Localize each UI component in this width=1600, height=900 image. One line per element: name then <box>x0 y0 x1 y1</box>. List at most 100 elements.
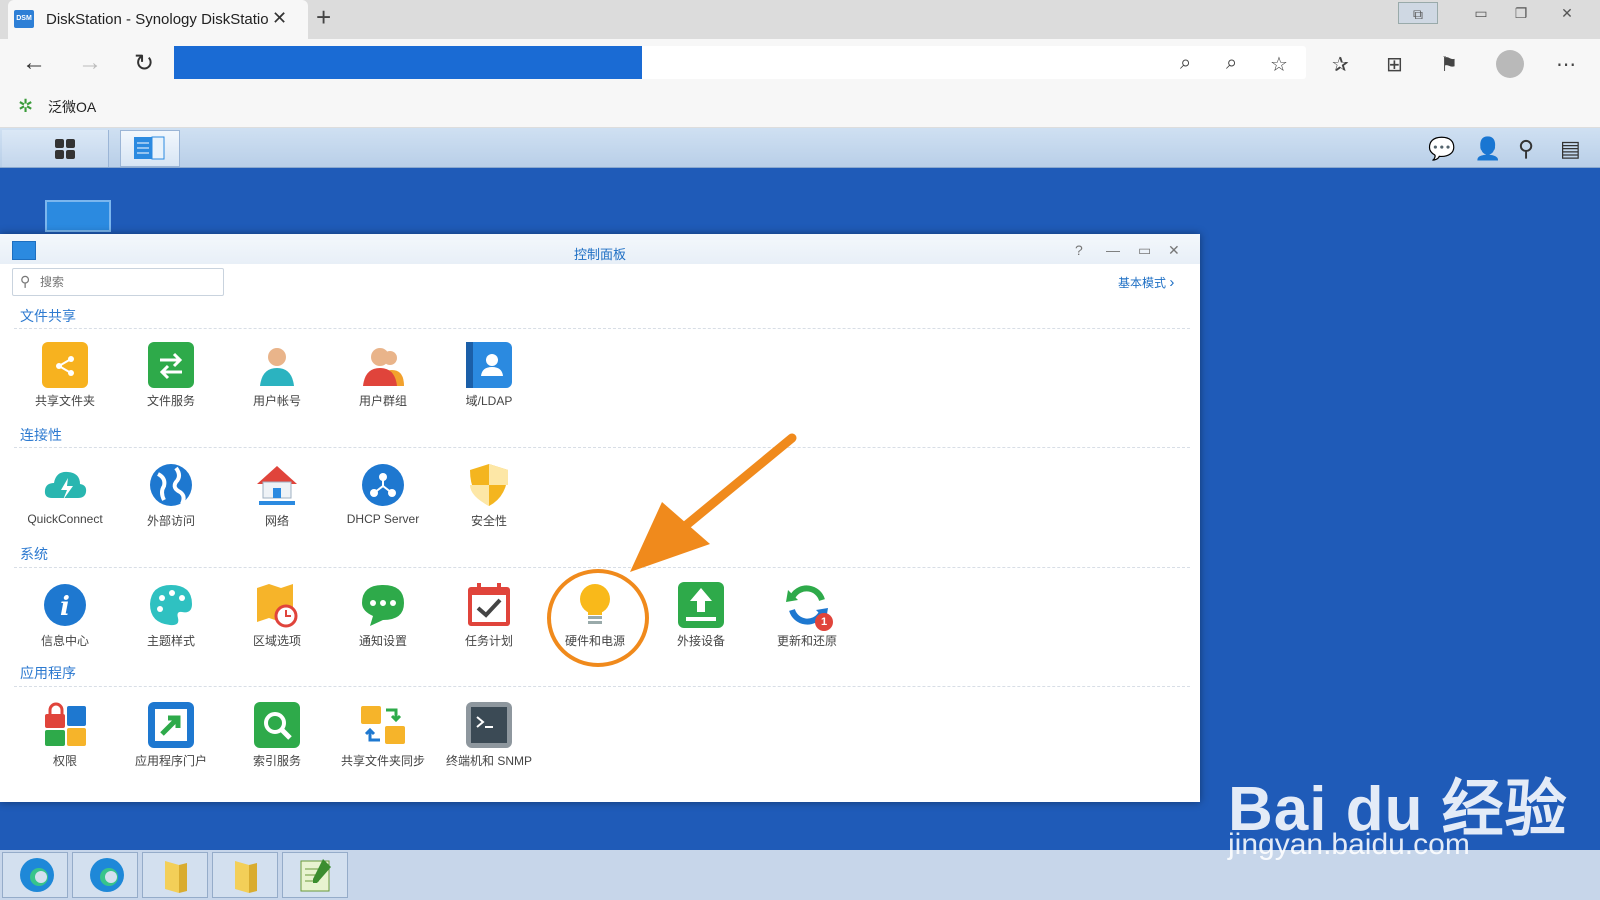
close-icon[interactable]: ✕ <box>1168 242 1180 259</box>
calendar-check-icon <box>466 582 512 628</box>
control-panel-icon <box>134 136 165 160</box>
taskbar-edge-button[interactable] <box>2 852 68 898</box>
desktop-control-panel-icon[interactable] <box>45 200 111 232</box>
edge-icon <box>90 858 124 892</box>
section-system: 系统 <box>20 546 48 562</box>
app-dhcp-server[interactable]: DHCP Server <box>333 462 433 526</box>
house-network-icon <box>254 462 300 508</box>
basic-mode-label: 基本模式 <box>1118 276 1167 290</box>
search-icon[interactable]: ⚲ <box>1518 136 1534 162</box>
app-folder-sync[interactable]: 共享文件夹同步 <box>333 702 433 769</box>
app-regional[interactable]: 区域选项 <box>227 582 327 649</box>
tab-close-icon[interactable]: ✕ <box>272 8 287 29</box>
app-file-services[interactable]: 文件服务 <box>121 342 221 409</box>
app-shared-folder[interactable]: 共享文件夹 <box>15 342 115 409</box>
app-update-restore[interactable]: 1 更新和还原 <box>757 582 857 649</box>
app-portal[interactable]: 应用程序门户 <box>121 702 221 769</box>
minimize-icon[interactable]: — <box>1106 242 1120 258</box>
folder-icon <box>165 861 187 893</box>
section-divider <box>14 328 1190 329</box>
back-arrow-icon[interactable]: ← <box>22 49 46 77</box>
app-network[interactable]: 网络 <box>227 462 327 529</box>
app-label: 更新和还原 <box>776 634 837 648</box>
app-label: 权限 <box>52 754 77 768</box>
app-label: 外接设备 <box>676 634 725 648</box>
map-clock-icon <box>254 582 300 628</box>
app-security[interactable]: 安全性 <box>439 462 539 529</box>
pointer-arrow-annotation <box>630 433 797 572</box>
zoom-in-icon[interactable]: ⌕ <box>1180 52 1191 75</box>
dhcp-server-icon <box>360 462 406 508</box>
close-window-icon[interactable]: ✕ <box>1546 2 1588 24</box>
profile-avatar[interactable] <box>1496 50 1524 78</box>
app-label: 共享文件夹同步 <box>340 754 425 768</box>
app-user-group[interactable]: 用户群组 <box>333 342 433 409</box>
app-label: 安全性 <box>470 514 507 528</box>
app-label: 域/LDAP <box>465 394 513 408</box>
gear-icon: ✲ <box>18 96 34 116</box>
favorite-star-icon[interactable]: ☆ <box>1270 52 1288 77</box>
forward-arrow-icon[interactable]: → <box>78 49 102 77</box>
taskbar-control-panel-button[interactable] <box>120 130 180 167</box>
tab-title: DiskStation - Synology DiskStation <box>46 11 268 28</box>
magnifier-icon <box>254 702 300 748</box>
chat-bubble-icon[interactable]: 💬 <box>1428 136 1455 162</box>
update-count-badge: 1 <box>815 613 833 631</box>
app-external-devices[interactable]: 外接设备 <box>651 582 751 649</box>
taskbar-folder-button-2[interactable] <box>212 852 278 898</box>
app-notification[interactable]: 通知设置 <box>333 582 433 649</box>
file-services-icon <box>148 342 194 388</box>
collections-icon[interactable]: ⊞ <box>1386 52 1403 77</box>
app-task-scheduler[interactable]: 任务计划 <box>439 582 539 649</box>
zoom-out-icon[interactable]: ⌕ <box>1226 52 1237 75</box>
portal-arrow-icon <box>148 702 194 748</box>
app-terminal-snmp[interactable]: 终端机和 SNMP <box>439 702 539 769</box>
search-input[interactable] <box>40 272 210 292</box>
app-label: 主题样式 <box>146 634 195 648</box>
taskbar-folder-button[interactable] <box>142 852 208 898</box>
restore-window-icon[interactable]: ❐ <box>1500 2 1542 24</box>
grid-menu-icon <box>55 139 75 159</box>
app-label: 任务计划 <box>464 634 513 648</box>
app-user-account[interactable]: 用户帐号 <box>227 342 327 409</box>
minimize-window-icon[interactable]: ▭ <box>1460 2 1502 24</box>
terminal-icon <box>466 702 512 748</box>
new-tab-button[interactable]: + <box>316 2 331 33</box>
app-label: 区域选项 <box>252 634 301 648</box>
taskbar-edge-button-2[interactable] <box>72 852 138 898</box>
favorites-list-icon[interactable]: ✰ <box>1332 52 1349 77</box>
reload-icon[interactable]: ↻ <box>134 49 154 78</box>
app-label: 应用程序门户 <box>134 754 207 768</box>
maximize-icon[interactable]: ▭ <box>1138 242 1151 259</box>
user-icon[interactable]: 👤 <box>1474 136 1501 162</box>
folder-sync-icon <box>360 702 406 748</box>
section-connectivity: 连接性 <box>20 427 62 443</box>
window-title: 控制面板 <box>573 247 626 262</box>
basic-mode-link[interactable]: 基本模式 › <box>1118 274 1174 291</box>
app-label: DHCP Server <box>346 512 420 526</box>
app-domain-ldap[interactable]: 域/LDAP <box>439 342 539 409</box>
notepad-icon <box>300 859 331 892</box>
app-quickconnect[interactable]: QuickConnect <box>15 462 115 526</box>
app-info-center[interactable]: i 信息中心 <box>15 582 115 649</box>
app-label: 文件服务 <box>146 394 195 408</box>
more-menu-icon[interactable]: ⋯ <box>1556 52 1576 77</box>
taskbar-notepad-button[interactable] <box>282 852 348 898</box>
dsm-taskbar <box>0 128 1600 168</box>
user-group-icon <box>360 342 406 388</box>
app-label: 网络 <box>264 514 289 528</box>
window-taskview-icon[interactable]: ⧉ <box>1398 2 1438 24</box>
widgets-icon[interactable]: ▤ <box>1560 136 1581 162</box>
app-indexing[interactable]: 索引服务 <box>227 702 327 769</box>
bookmark-fanwei-oa[interactable]: 泛微OA <box>48 97 96 117</box>
shared-folder-icon <box>42 342 88 388</box>
main-menu-button[interactable] <box>2 130 109 167</box>
feedback-icon[interactable]: ⚑ <box>1440 52 1458 77</box>
help-icon[interactable]: ? <box>1075 242 1083 258</box>
app-external-access[interactable]: 外部访问 <box>121 462 221 529</box>
palette-icon <box>148 582 194 628</box>
privileges-icon <box>42 702 88 748</box>
address-bar-redacted-url <box>174 46 642 79</box>
app-theme[interactable]: 主题样式 <box>121 582 221 649</box>
app-privileges[interactable]: 权限 <box>15 702 115 769</box>
